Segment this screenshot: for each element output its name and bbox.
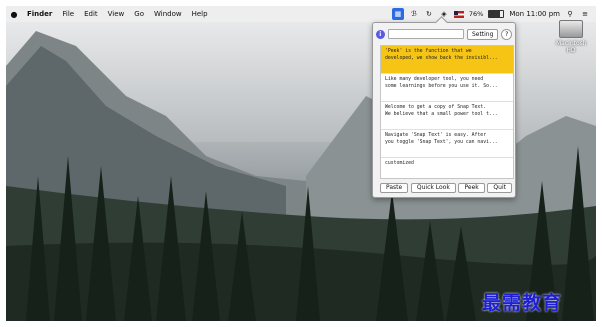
snippet-line: customized (385, 161, 414, 166)
snippet-item[interactable]: Like many developer tool, you need some … (381, 74, 513, 102)
hard-drive-label: Macintosh HD (556, 40, 587, 54)
menu-edit[interactable]: Edit (79, 10, 103, 18)
hard-drive[interactable]: Macintosh HD (556, 20, 587, 54)
menu-bar: ● Finder File Edit View Go Window Help ▦… (6, 6, 596, 22)
snap-text-icon[interactable]: ▦ (391, 8, 404, 20)
battery-icon[interactable] (488, 10, 505, 18)
hard-drive-icon[interactable] (559, 20, 583, 38)
peek-button[interactable]: Peek (458, 183, 485, 193)
search-input[interactable] (387, 29, 464, 39)
snippet-line: developed, we show back the invisibl... (385, 56, 498, 61)
menu-finder[interactable]: Finder (22, 10, 57, 18)
snippet-line: Welcome to get a copy of Snap Text. (385, 105, 487, 110)
menu-go[interactable]: Go (129, 10, 149, 18)
clock[interactable]: Mon 11:00 pm (509, 10, 560, 18)
setting-button[interactable]: Setting (466, 28, 499, 40)
screenshot-frame: ● Finder File Edit View Go Window Help ▦… (6, 6, 596, 321)
snippet-item[interactable]: 'Peek' is the function that we developed… (381, 46, 513, 74)
apple-menu-icon[interactable]: ● (6, 10, 22, 19)
flag-icon[interactable] (453, 10, 464, 18)
snap-text-popup: i Setting ? 'Peek' is the function that … (372, 22, 516, 198)
watermark: 最需教育 (482, 292, 563, 314)
quick-look-button[interactable]: Quick Look (410, 183, 456, 193)
list-icon[interactable]: ≡ (580, 9, 590, 19)
snippet-line: 'Peek' is the function that we (385, 49, 472, 54)
menu-file[interactable]: File (57, 10, 79, 18)
menu-view[interactable]: View (103, 10, 130, 18)
paste-button[interactable]: Paste (380, 183, 409, 193)
popup-actions: Paste Quick Look Peek Quit (380, 183, 512, 193)
snippet-item[interactable]: customized (381, 158, 513, 178)
menu-help[interactable]: Help (187, 10, 213, 18)
quit-button[interactable]: Quit (487, 183, 512, 193)
snippet-list[interactable]: 'Peek' is the function that we developed… (380, 45, 514, 179)
help-button[interactable]: ? (501, 28, 512, 40)
search-icon[interactable]: ⚲ (565, 9, 575, 19)
snippet-line: some learnings before you use it. So... (385, 84, 498, 89)
snippet-item[interactable]: Welcome to get a copy of Snap Text. We b… (381, 102, 513, 130)
menu-window[interactable]: Window (149, 10, 187, 18)
snippet-item[interactable]: Navigate 'Snap Text' is easy. After you … (381, 130, 513, 158)
bluetooth-icon[interactable]: ℬ (409, 9, 419, 19)
popup-toolbar: i Setting ? (376, 28, 512, 40)
snippet-line: Navigate 'Snap Text' is easy. After (385, 133, 487, 138)
time-machine-icon[interactable]: ↻ (424, 9, 434, 19)
snippet-line: We believe that a small power tool t... (385, 112, 498, 117)
snippet-line: you toggle 'Snap Text', you can navi... (385, 140, 498, 145)
info-icon[interactable]: i (376, 29, 385, 39)
snippet-line: Like many developer tool, you need (385, 77, 484, 82)
battery-percent: 76% (468, 10, 484, 18)
